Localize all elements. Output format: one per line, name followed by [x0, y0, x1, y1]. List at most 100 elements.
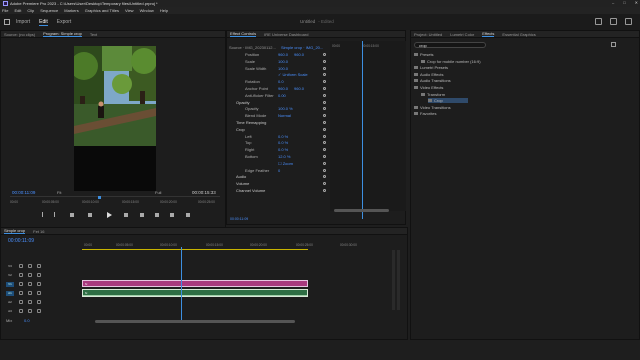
menu-window[interactable]: Window	[140, 8, 154, 13]
ec-value[interactable]: 960.0	[278, 86, 288, 91]
ec-section[interactable]: Crop	[228, 127, 332, 132]
mode-edit[interactable]: Edit	[39, 19, 48, 26]
timeline-playhead[interactable]	[181, 247, 182, 322]
eye-icon[interactable]	[37, 282, 41, 286]
track-header-a2[interactable]: A2	[0, 298, 82, 306]
sync-icon[interactable]	[28, 282, 32, 286]
reset-icon[interactable]	[323, 73, 326, 77]
lock-icon[interactable]	[19, 300, 23, 304]
effects-tree-item[interactable]: Video Transitions	[414, 105, 451, 110]
lock-icon[interactable]	[19, 291, 23, 295]
menu-view[interactable]: View	[125, 8, 134, 13]
ec-playhead[interactable]	[362, 41, 363, 219]
effects-tree-item[interactable]: Presets	[414, 52, 434, 57]
fullscreen-icon[interactable]	[625, 18, 632, 25]
solo-icon[interactable]	[37, 300, 41, 304]
reset-icon[interactable]	[323, 155, 326, 158]
accelerated-effects-icon[interactable]	[611, 42, 616, 47]
ec-section[interactable]: Time Remapping	[228, 120, 332, 125]
timeline-ruler[interactable]: 00:00 00:00:05:00 00:00:10:00 00:00:15:0…	[82, 240, 382, 250]
ec-value[interactable]: 100.0	[278, 66, 288, 71]
menu-markers[interactable]: Markers	[64, 8, 78, 13]
workspaces-icon[interactable]	[595, 18, 602, 25]
menu-clip[interactable]: Clip	[27, 8, 34, 13]
reset-icon[interactable]	[323, 148, 326, 152]
ec-property-row[interactable]: Top 0.0 %	[228, 140, 332, 145]
ec-property-row[interactable]: Bottom 12.0 %	[228, 154, 332, 159]
lock-icon[interactable]	[19, 282, 23, 286]
effects-tree-item[interactable]: Crop for mobile number (16:9)	[421, 59, 481, 64]
lock-icon[interactable]	[19, 264, 23, 268]
menu-graphics[interactable]: Graphics and Titles	[85, 8, 119, 13]
ec-value[interactable]: 0.0	[278, 79, 284, 84]
lock-icon[interactable]	[19, 309, 23, 313]
ec-sequence[interactable]: Simple crop · IMG_20...	[281, 45, 323, 50]
eye-icon[interactable]	[37, 264, 41, 268]
ec-scrollbar[interactable]	[334, 209, 389, 212]
ec-property-row[interactable]: Position 960.0 960.0	[228, 52, 332, 57]
ec-section[interactable]: Volume	[228, 181, 332, 186]
mode-export[interactable]: Export	[57, 19, 71, 25]
ec-source[interactable]: Source · IMG_20230112...	[229, 45, 276, 50]
program-playhead[interactable]	[98, 196, 101, 199]
effects-tree-item[interactable]: Lumetri Presets	[414, 65, 448, 70]
track-header-v3[interactable]: V3	[0, 262, 82, 270]
reset-icon[interactable]	[323, 161, 326, 165]
track-target-toggle[interactable]: V3	[6, 264, 14, 269]
effects-tree-item[interactable]: Crop	[428, 98, 468, 104]
quick-export-icon[interactable]	[610, 18, 617, 25]
reset-icon[interactable]	[323, 127, 326, 131]
audio-clip[interactable]: fx	[82, 289, 308, 297]
mute-icon[interactable]	[28, 291, 32, 295]
ec-property-row[interactable]: Blend Mode Normal	[228, 113, 332, 118]
track-header-v1[interactable]: V1	[0, 280, 82, 288]
track-header-a3[interactable]: A3	[0, 307, 82, 315]
reset-icon[interactable]	[323, 141, 326, 145]
tab-text[interactable]: Text	[90, 32, 97, 37]
video-clip[interactable]: fx	[82, 280, 308, 287]
ec-property-row[interactable]: Anchor Point 960.0 960.0	[228, 86, 332, 91]
ec-value[interactable]: ✓ Uniform Scale	[278, 72, 308, 77]
effects-search-input[interactable]: crop	[414, 42, 486, 48]
minimize-button[interactable]: –	[612, 0, 614, 5]
reset-icon[interactable]	[323, 59, 326, 63]
ec-value[interactable]: 0	[278, 168, 280, 173]
track-target-toggle[interactable]: A2	[6, 300, 14, 305]
ec-value[interactable]: 960.0	[294, 52, 304, 57]
menu-file[interactable]: File	[2, 8, 8, 13]
track-target-toggle[interactable]: A3	[6, 309, 14, 314]
reset-icon[interactable]	[323, 53, 326, 56]
reset-icon[interactable]	[323, 66, 326, 70]
ec-value[interactable]: 0.0 %	[278, 140, 288, 145]
home-icon[interactable]	[4, 19, 10, 25]
reset-icon[interactable]	[323, 114, 326, 118]
ec-value[interactable]: 960.0	[294, 86, 304, 91]
tab-effects[interactable]: Effects	[482, 31, 495, 37]
mix-value[interactable]: 0.0	[24, 318, 30, 323]
timeline-timecode[interactable]: 00:00:11:09	[8, 238, 34, 244]
menu-edit[interactable]: Edit	[14, 8, 21, 13]
effects-tree-item[interactable]: Video Effects	[414, 85, 443, 90]
reset-icon[interactable]	[323, 93, 326, 97]
tab-effect-controls[interactable]: Effect Controls	[230, 31, 257, 37]
program-ruler[interactable]: 00:00 00:00:05:00 00:00:10:00 00:00:15:0…	[10, 196, 220, 208]
ec-value[interactable]: 100.0 %	[278, 106, 293, 111]
track-target-toggle[interactable]: V2	[6, 273, 14, 278]
menu-help[interactable]: Help	[160, 8, 168, 13]
effects-tree-item[interactable]: Audio Transitions	[414, 78, 451, 83]
ec-property-row[interactable]: Left 0.0 %	[228, 134, 332, 139]
ec-property-row[interactable]: Opacity 100.0 %	[228, 106, 332, 111]
mute-icon[interactable]	[28, 300, 32, 304]
work-area-bar[interactable]	[82, 249, 308, 250]
track-header-a1[interactable]: A1	[0, 289, 82, 297]
zoom-select[interactable]: Fit	[57, 190, 61, 195]
effects-tree-item[interactable]: Audio Effects	[414, 72, 444, 77]
sync-icon[interactable]	[28, 273, 32, 277]
program-timecode[interactable]: 00:00:11:09	[12, 190, 35, 195]
ec-property-row[interactable]: Anti-flicker Filter 0.00	[228, 93, 332, 98]
ec-value[interactable]: 0.00	[278, 93, 286, 98]
reset-icon[interactable]	[323, 175, 326, 179]
reset-icon[interactable]	[323, 100, 326, 104]
reset-icon[interactable]	[323, 87, 326, 90]
sync-icon[interactable]	[28, 264, 32, 268]
